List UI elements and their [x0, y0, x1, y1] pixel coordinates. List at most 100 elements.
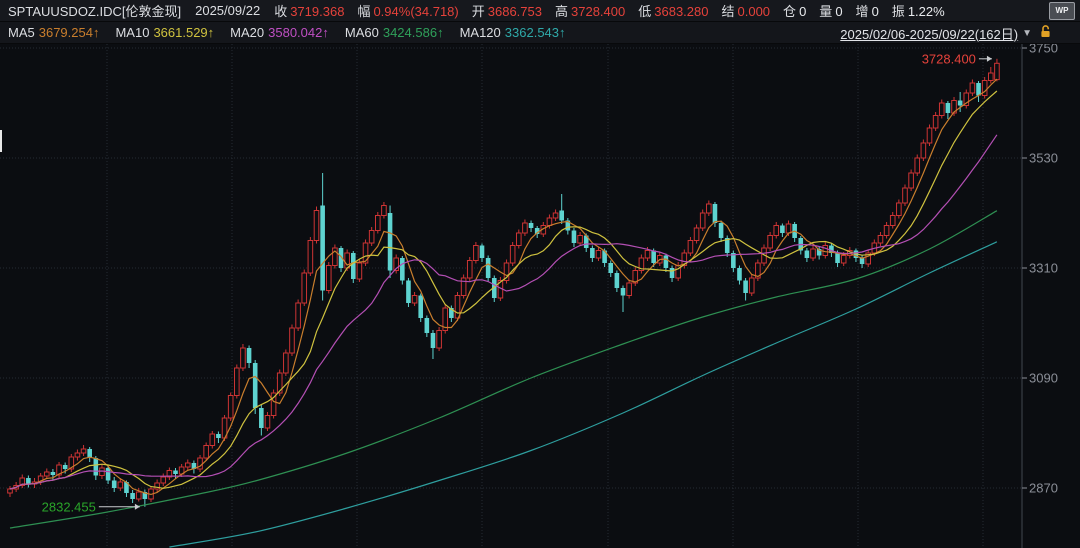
candle [645, 251, 650, 259]
candle [970, 83, 975, 93]
quote-low: 低3683.280 [638, 4, 708, 19]
candle [308, 241, 313, 274]
candle [608, 263, 613, 273]
ma120-line [169, 242, 997, 547]
ma-legend-120: MA1203362.543↑ [460, 25, 566, 40]
candle [516, 233, 521, 246]
candle [768, 236, 773, 249]
candle [553, 213, 558, 218]
candle [835, 253, 840, 263]
candle [743, 281, 748, 294]
candle [216, 434, 221, 438]
candle [700, 213, 705, 228]
candle [878, 236, 883, 244]
candle [903, 188, 908, 203]
candle [529, 223, 534, 228]
candles-layer [8, 59, 1000, 507]
candle [431, 333, 436, 348]
price-annotation: 2832.455 [42, 499, 96, 514]
candle [241, 348, 246, 368]
candle [26, 478, 31, 484]
candle [185, 463, 190, 467]
candle [204, 446, 209, 459]
candle [474, 246, 479, 261]
candle [290, 328, 295, 353]
candle [284, 353, 289, 373]
candle [933, 116, 938, 129]
candle [688, 241, 693, 254]
date-range-control: 2025/02/06-2025/09/22(162日) ▼ [840, 22, 1052, 44]
candle [946, 103, 951, 113]
candle [976, 83, 981, 96]
candle [596, 251, 601, 259]
candle [228, 396, 233, 419]
candle [296, 303, 301, 328]
candle [136, 492, 141, 499]
candle [376, 216, 381, 231]
candle [63, 465, 68, 469]
candle [572, 231, 577, 244]
ma5-line [10, 79, 997, 494]
quote-high: 高3728.400 [555, 4, 625, 19]
candle [467, 261, 472, 279]
candle [44, 472, 49, 476]
quote-amplitude: 振1.22% [892, 4, 945, 19]
candle [259, 408, 264, 428]
candle [326, 266, 331, 291]
candle [713, 204, 718, 223]
candle [621, 288, 626, 296]
date-range-button[interactable]: 2025/02/06-2025/09/22(162日) [840, 24, 1018, 43]
ma60-line [10, 211, 997, 528]
candle [412, 296, 417, 304]
candle [8, 489, 13, 493]
quote-settle: 结0.000 [721, 4, 770, 19]
candle [670, 268, 675, 278]
candle [884, 226, 889, 236]
y-axis-label: 3530 [1029, 151, 1058, 166]
annotation-arrowhead [987, 56, 992, 62]
candle [890, 216, 895, 226]
ma-legend-10: MA103661.529↑ [115, 25, 214, 40]
candle [357, 263, 362, 279]
candle [939, 103, 944, 116]
candle [400, 258, 405, 281]
candle [455, 296, 460, 319]
left-edge-marker [0, 130, 2, 152]
candle [860, 258, 865, 264]
candle [909, 173, 914, 188]
y-axis-label: 2870 [1029, 481, 1058, 496]
candle [51, 472, 56, 475]
y-axis-label: 3310 [1029, 261, 1058, 276]
candle [989, 73, 994, 81]
candle [811, 249, 816, 258]
candle [786, 224, 791, 233]
dropdown-arrow-icon[interactable]: ▼ [1022, 28, 1032, 39]
quote-fields: 收3719.368幅0.94%(34.718)开3686.753高3728.40… [274, 1, 958, 20]
candle [578, 236, 583, 244]
quote-date: 2025/09/22 [195, 3, 260, 18]
candle [388, 213, 393, 271]
candle [130, 493, 135, 499]
candle [915, 158, 920, 173]
candle [382, 206, 387, 216]
candle [510, 246, 515, 264]
candle [651, 251, 656, 264]
candle [418, 296, 423, 319]
quote-volume: 量0 [819, 4, 842, 19]
quote-header: SPTAUUSDOZ.IDC[伦敦金现] 2025/09/22 收3719.36… [0, 0, 1080, 22]
candle [406, 281, 411, 304]
candle [841, 256, 846, 264]
candle [118, 482, 123, 488]
candlestick-chart[interactable]: 375035303310309028703728.4002832.455 [0, 44, 1080, 548]
candle [921, 143, 926, 158]
ma-legend-60: MA603424.586↑ [345, 25, 444, 40]
symbol-name: SPTAUUSDOZ.IDC[伦敦金现] [8, 1, 181, 20]
candle [320, 206, 325, 291]
quote-oi-change: 增0 [856, 4, 879, 19]
candle [265, 416, 270, 429]
quote-position: 仓0 [783, 4, 806, 19]
candle [351, 253, 356, 279]
ma-legend-bar: MA53679.254↑MA103661.529↑MA203580.042↑MA… [0, 22, 1080, 44]
unlock-icon[interactable] [1040, 25, 1052, 41]
candle [210, 434, 215, 446]
